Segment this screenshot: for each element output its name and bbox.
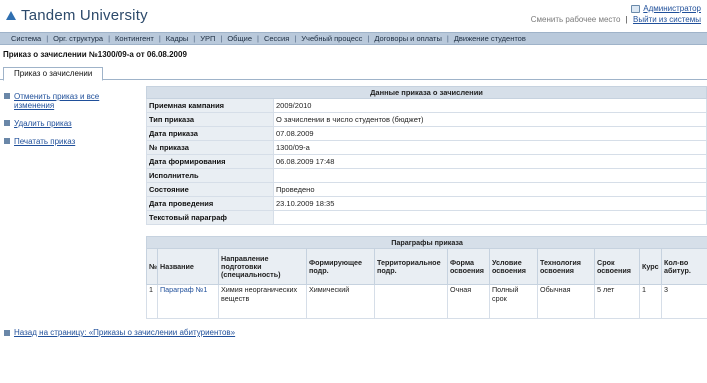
nav-item-session[interactable]: Сессия	[259, 34, 294, 43]
detail-value: 2009/2010	[273, 98, 707, 113]
logo-triangle-icon	[6, 11, 16, 20]
nav-item-general[interactable]: Общие	[222, 34, 257, 43]
app-title: Tandem University	[21, 7, 148, 24]
detail-value: 06.08.2009 17:48	[273, 154, 707, 169]
paragraph-form: Очная	[447, 284, 490, 319]
table-header-row: № Название Направление подготовки (специ…	[146, 248, 707, 285]
column-header: №	[146, 248, 158, 285]
paragraph-forming-unit: Химический	[306, 284, 375, 319]
nav-item-contracts[interactable]: Договоры и оплаты	[369, 34, 447, 43]
cancel-order-action[interactable]: Отменить приказ и все изменения	[4, 92, 139, 110]
table-row: Дата формирования 06.08.2009 17:48	[146, 154, 707, 169]
paragraph-territorial-unit	[374, 284, 448, 319]
column-header: Форма освоения	[447, 248, 490, 285]
column-header: Срок освоения	[594, 248, 640, 285]
back-link[interactable]: Назад на страницу: «Приказы о зачислении…	[14, 328, 235, 337]
detail-value: Проведено	[273, 182, 707, 197]
paragraphs-caption: Параграфы приказа	[145, 236, 707, 249]
change-workplace-link[interactable]: Сменить рабочее место	[531, 15, 621, 24]
user-block: Администратор Сменить рабочее место | Вы…	[531, 3, 701, 25]
column-header: Направление подготовки (специальность)	[218, 248, 307, 285]
table-row: Тип приказа О зачислении в число студент…	[146, 112, 707, 127]
nav-item-urp[interactable]: УРП	[195, 34, 220, 43]
detail-label: Исполнитель	[146, 168, 274, 183]
paragraph-condition: Полный срок	[489, 284, 538, 319]
nav-item-staff[interactable]: Кадры	[161, 34, 193, 43]
back-link-row[interactable]: Назад на страницу: «Приказы о зачислении…	[4, 328, 235, 337]
paragraph-technology: Обычная	[537, 284, 595, 319]
column-header: Кол-во абитур.	[660, 248, 707, 285]
detail-label: Тип приказа	[146, 112, 274, 127]
detail-value: 07.08.2009	[273, 126, 707, 141]
paragraph-direction: Химия неорганических веществ	[218, 284, 307, 319]
detail-label: Текстовый параграф	[146, 210, 274, 225]
bullet-square-icon	[4, 93, 10, 99]
print-order-action[interactable]: Печатать приказ	[4, 137, 139, 146]
bullet-square-icon	[4, 329, 10, 336]
table-row: № приказа 1300/09-а	[146, 140, 707, 155]
user-icon	[631, 4, 641, 13]
table-row: Состояние Проведено	[146, 182, 707, 197]
column-header: Территориальное подр.	[374, 248, 448, 285]
detail-label: Дата формирования	[146, 154, 274, 169]
print-order-link[interactable]: Печатать приказ	[14, 137, 75, 146]
bullet-square-icon	[4, 120, 10, 126]
nav-item-contingent[interactable]: Контингент	[110, 34, 159, 43]
detail-label: Состояние	[146, 182, 274, 197]
delete-order-link[interactable]: Удалить приказ	[14, 119, 72, 128]
actions-panel: Отменить приказ и все изменения Удалить …	[4, 92, 139, 155]
details-caption: Данные приказа о зачислении	[146, 86, 707, 99]
nav-item-study-process[interactable]: Учебный процесс	[296, 34, 367, 43]
nav-item-system[interactable]: Система	[6, 34, 46, 43]
detail-value: 23.10.2009 18:35	[273, 196, 707, 211]
table-row: Исполнитель	[146, 168, 707, 183]
bullet-square-icon	[4, 138, 10, 144]
paragraph-name-link[interactable]: Параграф №1	[160, 285, 207, 294]
detail-label: Дата проведения	[146, 196, 274, 211]
detail-value: О зачислении в число студентов (бюджет)	[273, 112, 707, 127]
user-name-link[interactable]: Администратор	[643, 3, 701, 14]
tab-bar: Приказ о зачислении	[0, 66, 707, 81]
delete-order-action[interactable]: Удалить приказ	[4, 119, 139, 128]
paragraph-course: 1	[639, 284, 662, 319]
detail-label: Приемная кампания	[146, 98, 274, 113]
column-header: Название	[157, 248, 219, 285]
page-title: Приказ о зачислении №1300/09-а от 06.08.…	[3, 50, 187, 59]
nav-item-student-movement[interactable]: Движение студентов	[449, 34, 531, 43]
column-header: Технология освоения	[537, 248, 595, 285]
column-header: Курс	[639, 248, 662, 285]
order-details-table: Данные приказа о зачислении Приемная кам…	[146, 86, 707, 225]
order-paragraphs-table: Параграфы приказа № Название Направление…	[145, 236, 707, 319]
tab-enrollment-order[interactable]: Приказ о зачислении	[3, 67, 104, 81]
table-row: Дата приказа 07.08.2009	[146, 126, 707, 141]
table-row: Текстовый параграф	[146, 210, 707, 225]
app-logo[interactable]: Tandem University	[6, 7, 148, 24]
table-row: 1 Параграф №1 Химия неорганических вещес…	[146, 284, 707, 319]
detail-value	[273, 168, 707, 183]
paragraph-count: 3	[660, 284, 707, 319]
header-separator: |	[625, 15, 628, 24]
column-header: Формирующее подр.	[306, 248, 375, 285]
paragraph-term: 5 лет	[594, 284, 640, 319]
detail-value	[273, 210, 707, 225]
nav-item-org-structure[interactable]: Орг. структура	[48, 34, 108, 43]
detail-label: № приказа	[146, 140, 274, 155]
table-row: Дата проведения 23.10.2009 18:35	[146, 196, 707, 211]
detail-value: 1300/09-а	[273, 140, 707, 155]
main-nav: Система | Орг. структура | Контингент | Кад…	[0, 32, 707, 45]
paragraph-number: 1	[146, 284, 158, 319]
header: Tandem University Администратор Сменить …	[0, 0, 707, 32]
logout-link[interactable]: Выйти из системы	[633, 15, 701, 24]
cancel-order-link[interactable]: Отменить приказ и все изменения	[14, 92, 139, 110]
table-row: Приемная кампания 2009/2010	[146, 98, 707, 113]
column-header: Условие освоения	[489, 248, 538, 285]
detail-label: Дата приказа	[146, 126, 274, 141]
